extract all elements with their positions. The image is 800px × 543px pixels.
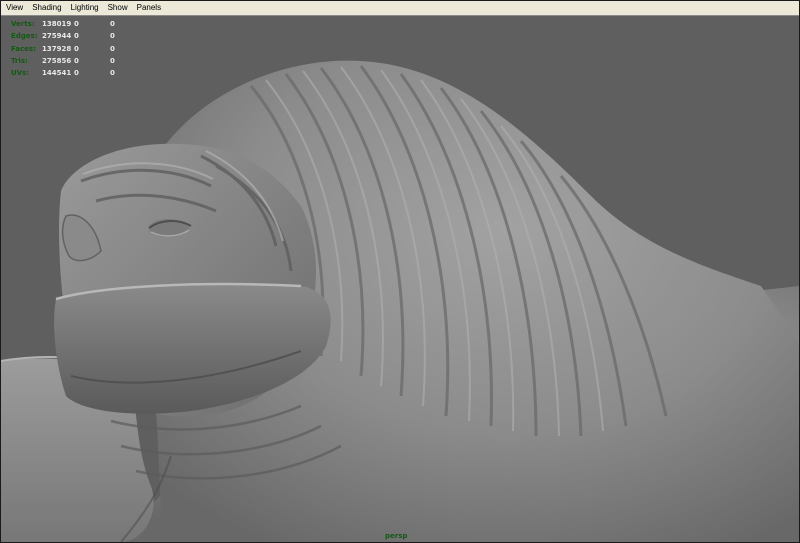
menu-shading[interactable]: Shading (27, 1, 65, 15)
hud-selected: 0 (74, 20, 79, 29)
hud-label: Edges: (11, 32, 38, 41)
menu-lighting[interactable]: Lighting (66, 1, 103, 15)
hud-component: 0 (110, 57, 115, 66)
poly-count-hud: Verts: 138019 0 0 Edges: 275944 0 0 Face… (11, 18, 142, 79)
hud-selected: 0 (74, 44, 79, 53)
hud-row-edges: Edges: 275944 0 0 (11, 30, 142, 42)
hud-selected: 0 (74, 69, 79, 78)
hud-label: Tris: (11, 57, 28, 66)
menu-view[interactable]: View (1, 1, 27, 15)
hud-row-faces: Faces: 137928 0 0 (11, 43, 142, 55)
hud-total: 144541 (42, 69, 72, 78)
menu-panels[interactable]: Panels (132, 1, 165, 15)
hud-selected: 0 (74, 57, 79, 66)
sculpted-creature-model (1, 60, 799, 542)
hud-total: 138019 (42, 20, 72, 29)
hud-component: 0 (110, 69, 115, 78)
hud-label: UVs: (11, 69, 30, 78)
3d-viewport[interactable]: Verts: 138019 0 0 Edges: 275944 0 0 Face… (1, 16, 799, 542)
hud-component: 0 (110, 32, 115, 41)
hud-total: 275944 (42, 32, 72, 41)
hud-row-tris: Tris: 275856 0 0 (11, 55, 142, 67)
maya-viewport-window: View Shading Lighting Show Panels Verts:… (0, 0, 800, 543)
hud-label: Faces: (11, 44, 36, 53)
panel-menubar: View Shading Lighting Show Panels (1, 1, 799, 16)
hud-row-verts: Verts: 138019 0 0 (11, 18, 142, 30)
hud-component: 0 (110, 20, 115, 29)
hud-total: 275856 (42, 57, 72, 66)
hud-row-uvs: UVs: 144541 0 0 (11, 67, 142, 79)
camera-name-label: persp (385, 532, 408, 540)
hud-selected: 0 (74, 32, 79, 41)
hud-total: 137928 (42, 44, 72, 53)
hud-component: 0 (110, 44, 115, 53)
hud-label: Verts: (11, 20, 35, 29)
menu-show[interactable]: Show (103, 1, 132, 15)
